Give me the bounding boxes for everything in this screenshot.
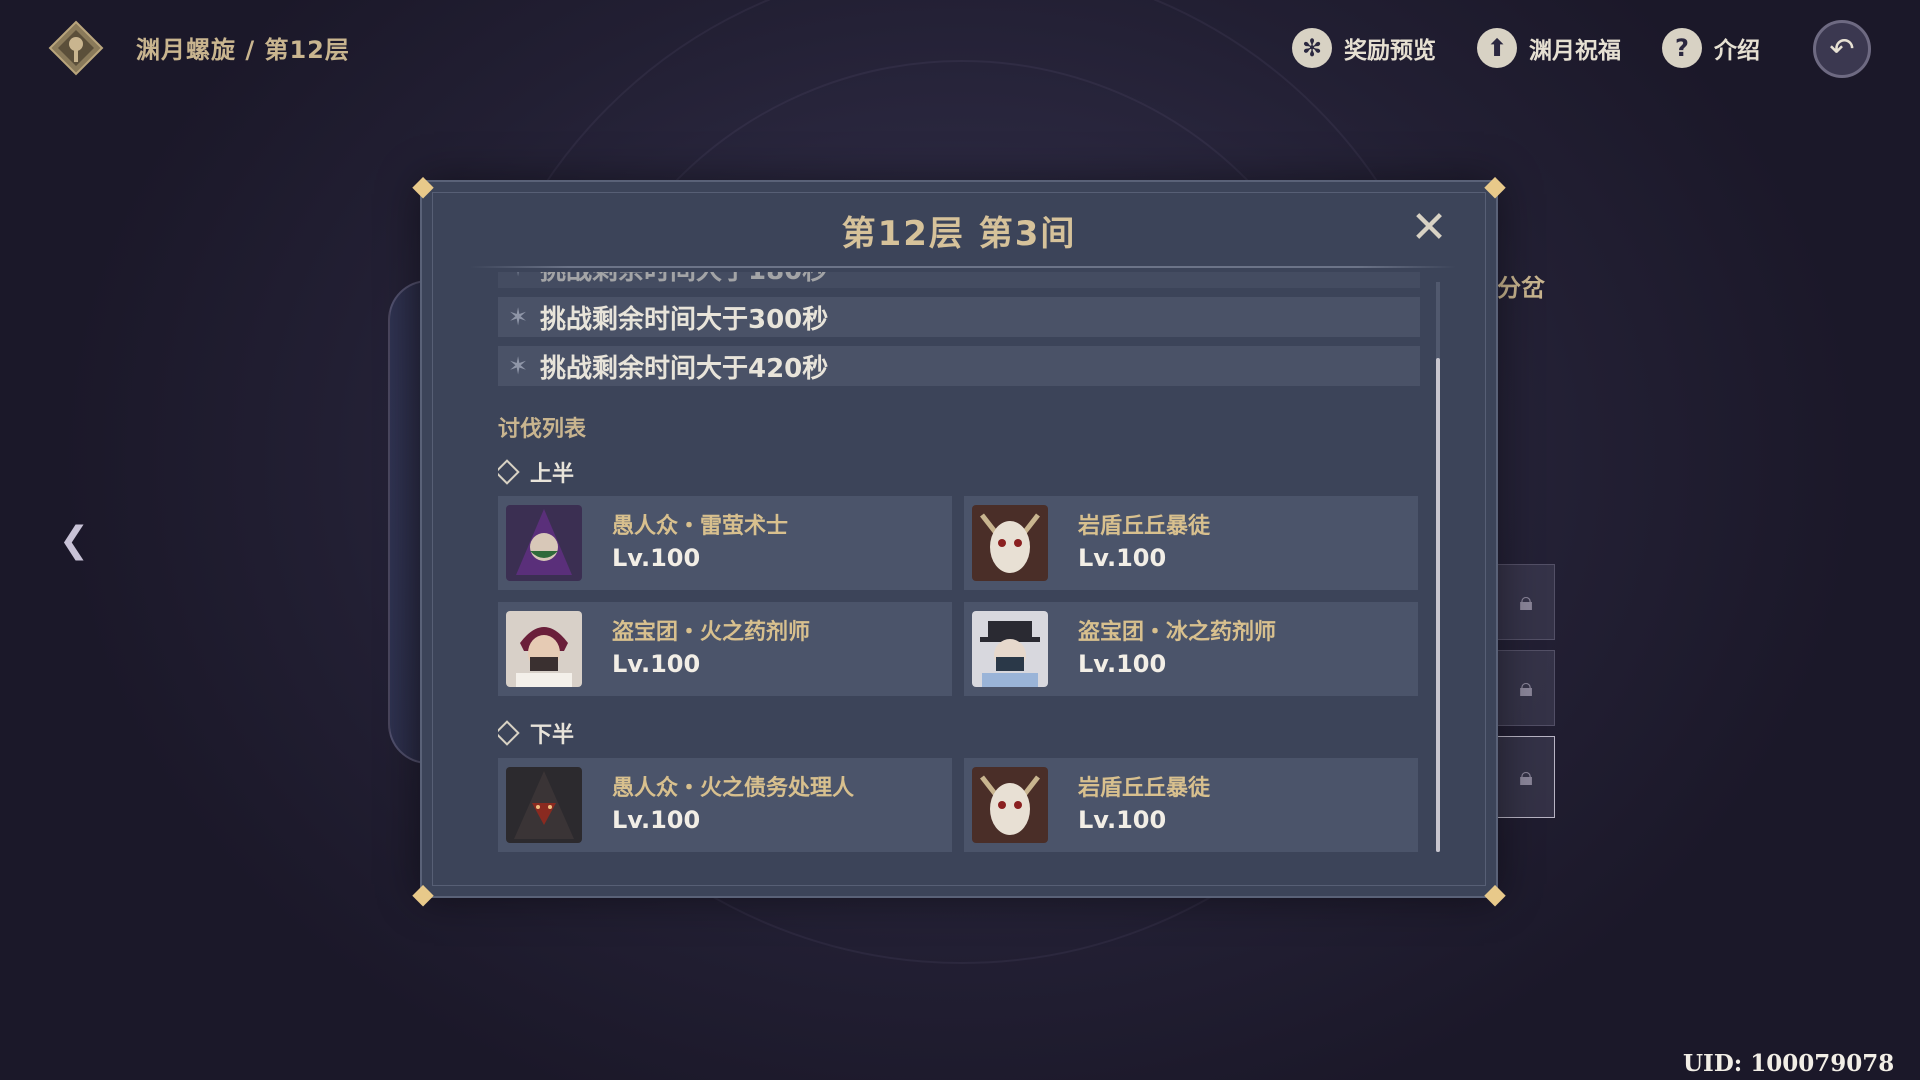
diamond-icon: [498, 459, 520, 485]
enemy-level: Lv.100: [612, 650, 701, 678]
blessing-label: 渊月祝福: [1529, 38, 1621, 64]
enemy-name: 愚人众・雷萤术士: [612, 514, 789, 539]
condition-row: ✶ 挑战剩余时间大于420秒: [498, 346, 1420, 386]
enemy-card[interactable]: 盗宝团・冰之药剂师 Lv.100: [964, 602, 1418, 696]
breadcrumb: 渊月螺旋 / 第12层: [136, 36, 350, 64]
help-button[interactable]: ? 介绍: [1662, 26, 1760, 70]
first-half-label: 上半: [498, 456, 574, 488]
enemy-card[interactable]: 岩盾丘丘暴徒 Lv.100: [964, 496, 1418, 590]
enemy-card[interactable]: 盗宝团・火之药剂师 Lv.100: [498, 602, 952, 696]
abyss-logo-icon: [48, 20, 104, 76]
enemy-name: 岩盾丘丘暴徒: [1078, 776, 1211, 801]
close-button[interactable]: ✕: [1406, 201, 1452, 253]
condition-text: 挑战剩余时间大于180秒: [540, 272, 828, 287]
corner-ornament-icon: ◆: [1484, 876, 1506, 910]
previous-arrow-icon[interactable]: ❮: [54, 520, 94, 561]
gear-star-icon: ✻: [1292, 28, 1332, 68]
background-branch-label: 分岔: [1497, 274, 1545, 302]
enemy-level: Lv.100: [612, 544, 701, 572]
enemy-name: 岩盾丘丘暴徒: [1078, 514, 1211, 539]
enemy-list-label: 讨伐列表: [498, 417, 587, 442]
blessing-button[interactable]: ⬆ 渊月祝福: [1477, 26, 1621, 70]
reward-preview-button[interactable]: ✻ 奖励预览: [1292, 26, 1436, 70]
back-arrow-icon: ↶: [1829, 31, 1855, 67]
reward-preview-label: 奖励预览: [1344, 38, 1436, 64]
second-half-label: 下半: [498, 717, 574, 749]
corner-ornament-icon: ◆: [1484, 168, 1506, 202]
enemy-card[interactable]: 愚人众・火之债务处理人 Lv.100: [498, 758, 952, 852]
scrollbar-thumb[interactable]: [1436, 358, 1440, 852]
condition-row: ✶ 挑战剩余时间大于300秒: [498, 297, 1420, 337]
enemy-name: 愚人众・火之债务处理人: [612, 776, 855, 801]
uid-label: UID: 100079078: [1683, 1050, 1895, 1077]
enemy-level: Lv.100: [1078, 806, 1167, 834]
enemy-level: Lv.100: [1078, 650, 1167, 678]
enemy-portrait: [506, 505, 582, 581]
enemy-level: Lv.100: [1078, 544, 1167, 572]
modal-title: 第12层 第3间: [841, 214, 1077, 254]
diamond-icon: [498, 720, 520, 746]
condition-text: 挑战剩余时间大于300秒: [540, 304, 829, 335]
lock-icon: 🔒︎: [1497, 736, 1555, 818]
condition-text: 挑战剩余时间大于420秒: [540, 353, 829, 384]
corner-ornament-icon: ◆: [412, 876, 434, 910]
enemy-name: 盗宝团・冰之药剂师: [1078, 620, 1277, 645]
enemy-portrait: [506, 767, 582, 843]
lock-icon: 🔒︎: [1497, 564, 1555, 640]
star-icon: ✶: [507, 352, 529, 380]
blessing-icon: ⬆: [1477, 28, 1517, 68]
top-bar: 渊月螺旋 / 第12层 ✻ 奖励预览 ⬆ 渊月祝福 ? 介绍 ↶: [0, 0, 1920, 96]
enemy-portrait: [972, 505, 1048, 581]
lock-icon: 🔒︎: [1497, 650, 1555, 726]
enemy-name: 盗宝团・火之药剂师: [612, 620, 811, 645]
enemy-portrait: [506, 611, 582, 687]
star-icon: ✶: [507, 303, 529, 331]
enemy-level: Lv.100: [612, 806, 701, 834]
back-button[interactable]: ↶: [1813, 20, 1871, 78]
enemy-card[interactable]: 愚人众・雷萤术士 Lv.100: [498, 496, 952, 590]
chamber-detail-modal: ◆ ◆ ◆ ◆ 第12层 第3间 ✕ ✶ 挑战剩余时间大于180秒 ✶ 挑战剩余…: [412, 169, 1506, 910]
help-icon: ?: [1662, 28, 1702, 68]
enemy-portrait: [972, 767, 1048, 843]
enemy-card[interactable]: 岩盾丘丘暴徒 Lv.100: [964, 758, 1418, 852]
condition-row: ✶ 挑战剩余时间大于180秒: [498, 272, 1420, 288]
enemy-portrait: [972, 611, 1048, 687]
corner-ornament-icon: ◆: [412, 168, 434, 202]
close-icon: ✕: [1410, 201, 1448, 253]
modal-content[interactable]: ✶ 挑战剩余时间大于180秒 ✶ 挑战剩余时间大于300秒 ✶ 挑战剩余时间大于…: [498, 272, 1428, 872]
star-icon: ✶: [506, 272, 530, 282]
help-label: 介绍: [1714, 38, 1760, 64]
title-divider: [470, 266, 1456, 268]
